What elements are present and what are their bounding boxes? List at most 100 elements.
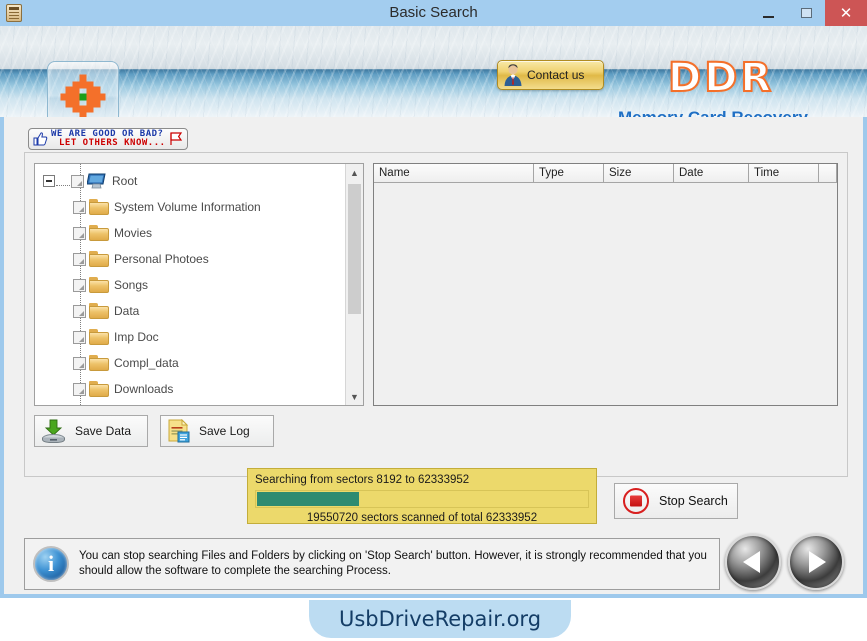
folder-tree-items: Root System Volume Information Movies Pe…	[35, 164, 346, 405]
info-bar: You can stop searching Files and Folders…	[24, 538, 720, 590]
save-data-label: Save Data	[75, 424, 132, 438]
pinwheel-graphic	[60, 74, 106, 117]
pinwheel-center	[79, 93, 87, 101]
application-window: Basic Search ✕ Contact us DDR WE ARE GOO…	[0, 0, 867, 598]
content-panel: Root System Volume Information Movies Pe…	[24, 152, 848, 477]
collapse-icon[interactable]	[43, 175, 55, 187]
memory-card-icon	[6, 4, 22, 22]
info-icon	[33, 546, 69, 582]
contact-us-label: Contact us	[527, 68, 585, 82]
feedback-badge[interactable]: WE ARE GOOD OR BAD? LET OTHERS KNOW...	[28, 128, 188, 150]
tree-item-root[interactable]: Root	[35, 168, 346, 194]
tree-checkbox[interactable]	[71, 174, 84, 188]
folder-icon	[89, 329, 109, 345]
brand-logo: DDR	[667, 54, 775, 102]
tree-item-system-volume-information[interactable]: System Volume Information	[35, 194, 346, 220]
feedback-text: WE ARE GOOD OR BAD? LET OTHERS KNOW...	[51, 130, 166, 148]
file-list[interactable]: Name Type Size Date Time	[373, 163, 838, 406]
tree-checkbox[interactable]	[73, 252, 86, 266]
column-header-time[interactable]: Time	[749, 164, 819, 182]
tree-checkbox[interactable]	[73, 356, 86, 370]
tree-item-label: System Volume Information	[114, 200, 261, 214]
arrow-right-icon	[809, 551, 826, 573]
monitor-icon	[86, 173, 107, 190]
tree-checkbox[interactable]	[73, 330, 86, 344]
save-buttons: Save Data Save Log	[34, 415, 274, 447]
tree-checkbox[interactable]	[73, 382, 86, 396]
tree-checkbox[interactable]	[73, 304, 86, 318]
tree-checkbox[interactable]	[73, 226, 86, 240]
next-button[interactable]	[788, 534, 844, 590]
thumbs-up-icon	[33, 132, 48, 146]
arrow-left-icon	[743, 551, 760, 573]
folder-icon	[89, 355, 109, 371]
tree-item-label: Imp Doc	[114, 330, 159, 344]
info-text: You can stop searching Files and Folders…	[79, 550, 707, 577]
tree-item-compl-data[interactable]: Compl_data	[35, 350, 346, 376]
minimize-button[interactable]	[749, 0, 787, 26]
save-log-button[interactable]: Save Log	[160, 415, 274, 447]
column-header-date[interactable]: Date	[674, 164, 749, 182]
window-body: WE ARE GOOD OR BAD? LET OTHERS KNOW... R…	[4, 117, 863, 594]
file-list-header: Name Type Size Date Time	[374, 164, 837, 183]
tree-item-label: Songs	[114, 278, 149, 292]
folder-tree[interactable]: Root System Volume Information Movies Pe…	[34, 163, 364, 406]
folder-icon	[89, 225, 109, 241]
progress-status: 19550720 sectors scanned of total 623339…	[306, 512, 538, 524]
progress-title: Searching from sectors 8192 to 62333952	[255, 474, 470, 486]
tree-item-label: Data	[114, 304, 140, 318]
tree-checkbox[interactable]	[73, 200, 86, 214]
header-banner: Contact us DDR Memory Card Recovery	[0, 26, 867, 117]
tree-item-songs[interactable]: Songs	[35, 272, 346, 298]
page-footer: UsbDriveRepair.org	[0, 598, 867, 641]
stop-search-button[interactable]: Stop Search	[614, 483, 738, 519]
site-name: UsbDriveRepair.org	[338, 607, 542, 631]
tree-item-label: Compl_data	[114, 356, 179, 370]
folder-icon	[89, 381, 109, 397]
column-header-filler	[819, 164, 837, 182]
chevron-down-icon[interactable]: ▼	[346, 388, 363, 405]
column-header-name[interactable]: Name	[374, 164, 534, 182]
tree-item-label: Movies	[114, 226, 153, 240]
tree-connector	[56, 185, 70, 187]
site-watermark: UsbDriveRepair.org	[309, 600, 571, 638]
app-root: Basic Search ✕ Contact us DDR WE ARE GOO…	[0, 0, 867, 641]
column-header-size[interactable]: Size	[604, 164, 674, 182]
stop-search-label: Stop Search	[659, 494, 728, 508]
progress-bar	[255, 490, 589, 508]
tree-item-label: Downloads	[114, 382, 174, 396]
tree-item-personal-photoes[interactable]: Personal Photoes	[35, 246, 346, 272]
tree-scrollbar[interactable]: ▲ ▼	[345, 164, 363, 405]
brand-subtitle: Memory Card Recovery	[618, 108, 808, 117]
tree-item-label: Personal Photoes	[114, 252, 209, 266]
save-data-button[interactable]: Save Data	[34, 415, 148, 447]
window-title: Basic Search	[389, 4, 478, 21]
stop-icon	[623, 488, 649, 514]
pinwheel-logo-icon	[47, 61, 119, 117]
window-controls: ✕	[749, 0, 867, 26]
back-button[interactable]	[725, 534, 781, 590]
close-button[interactable]: ✕	[825, 0, 867, 26]
folder-icon	[89, 303, 109, 319]
column-header-type[interactable]: Type	[534, 164, 604, 182]
flag-icon	[169, 132, 183, 146]
log-document-icon	[167, 418, 191, 443]
title-bar: Basic Search ✕	[0, 0, 867, 26]
progress-bar-fill	[257, 492, 360, 506]
person-icon	[502, 63, 524, 87]
contact-us-button[interactable]: Contact us	[497, 60, 604, 90]
tree-item-data[interactable]: Data	[35, 298, 346, 324]
tree-item-imp-doc[interactable]: Imp Doc	[35, 324, 346, 350]
folder-icon	[89, 199, 109, 215]
tree-item-downloads[interactable]: Downloads	[35, 376, 346, 402]
feedback-line2: LET OTHERS KNOW...	[59, 138, 166, 148]
maximize-button[interactable]	[787, 0, 825, 26]
folder-icon	[89, 277, 109, 293]
folder-icon	[89, 251, 109, 267]
tree-item-movies[interactable]: Movies	[35, 220, 346, 246]
save-log-label: Save Log	[199, 424, 250, 438]
scrollbar-thumb[interactable]	[348, 184, 361, 314]
chevron-up-icon[interactable]: ▲	[346, 164, 363, 181]
tree-checkbox[interactable]	[73, 278, 86, 292]
save-drive-icon	[41, 419, 67, 444]
